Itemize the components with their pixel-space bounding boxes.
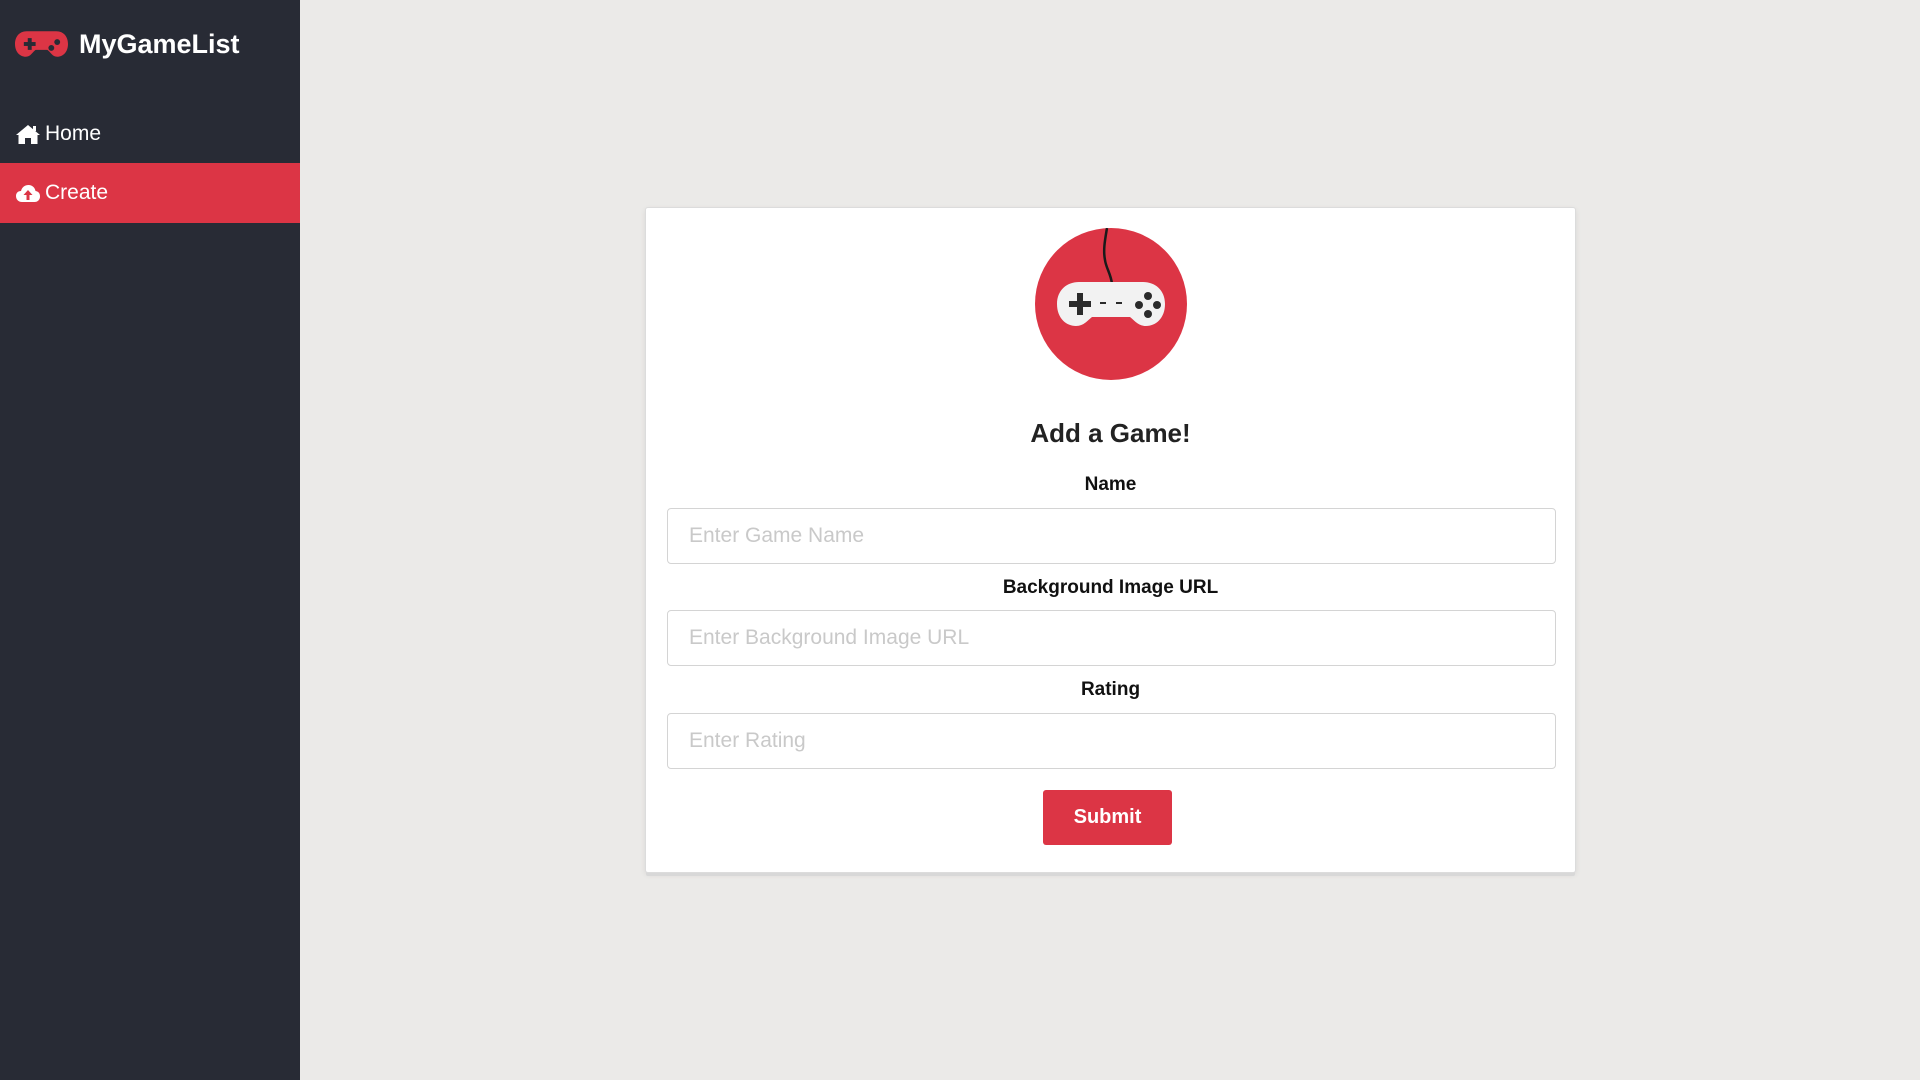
form-heading: Add a Game!: [1030, 418, 1191, 448]
submit-button[interactable]: Submit: [1043, 790, 1172, 845]
brand[interactable]: MyGameList: [15, 26, 240, 62]
sidebar-item-label: Home: [45, 122, 102, 145]
sidebar: MyGameList Home Create: [0, 0, 300, 1080]
background-image-url-input[interactable]: [667, 610, 1556, 666]
add-game-card: Add a Game! Name Background Image URL Ra…: [645, 207, 1576, 873]
game-controller-icon: [1035, 228, 1187, 380]
app-title: MyGameList: [79, 28, 240, 59]
sidebar-item-home[interactable]: Home: [0, 104, 300, 164]
sidebar-item-label: Create: [45, 181, 109, 204]
rating-label: Rating: [1080, 679, 1141, 700]
sidebar-item-create[interactable]: Create: [0, 163, 300, 223]
rating-input[interactable]: [667, 713, 1556, 769]
gamepad-icon: [15, 29, 68, 59]
background-image-url-label: Background Image URL: [1002, 577, 1219, 598]
home-icon: [15, 123, 45, 145]
cloud-upload-icon: [15, 182, 45, 204]
game-name-input[interactable]: [667, 508, 1556, 564]
name-label: Name: [1084, 474, 1137, 495]
